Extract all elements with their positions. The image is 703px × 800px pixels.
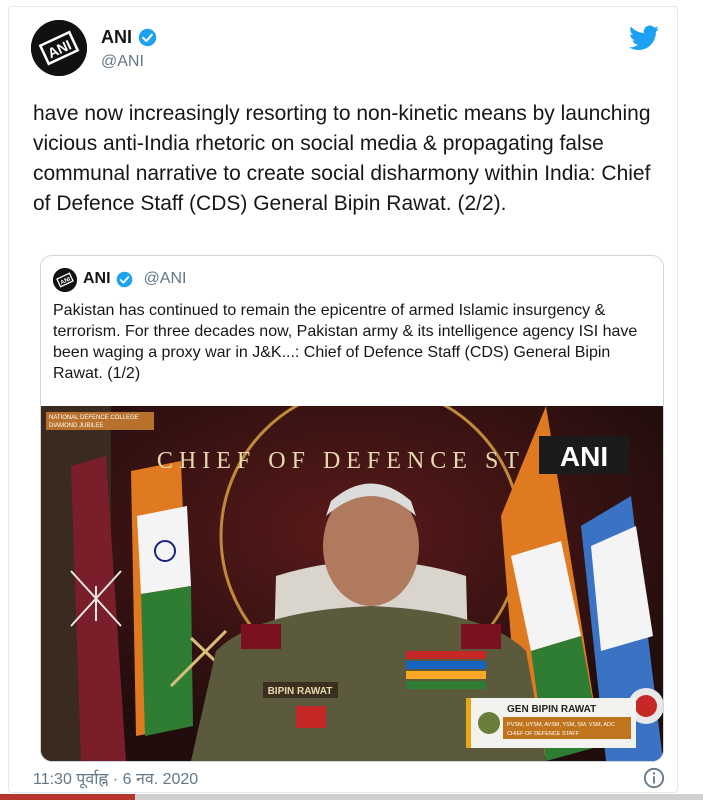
college-label-1: NATIONAL DEFENCE COLLEGE [49,415,139,421]
quoted-author-avatar: ANI [53,268,77,292]
quoted-author-name: ANI [83,270,111,287]
quoted-tweet[interactable]: ANI ANI @ANI Pakistan has continued to r… [40,255,664,762]
uniform-name-tag: BIPIN RAWAT [268,686,333,697]
quoted-author-handle: @ANI [143,270,187,287]
lower-third-line1: PVSM, UYSM, AVSM, YSM, SM, VSM, ADC [507,722,615,728]
ani-logo-icon: ANI [53,268,77,292]
lower-third-line2: CHIEF OF DEFENCE STAFF [507,731,580,737]
author-avatar[interactable]: ANI [31,20,87,76]
tweet-card: ANI ANI @ANI have now increasingly resor… [8,6,678,793]
tweet-timestamp[interactable]: 11:30 पूर्वाह्न · 6 नव. 2020 [33,767,198,789]
author-info: ANI @ANI [101,27,157,71]
author-name[interactable]: ANI [101,27,132,48]
verified-badge-icon [138,28,157,47]
lower-third-name: GEN BIPIN RAWAT [507,704,596,715]
tweet-text: have now increasingly resorting to non-k… [33,102,651,215]
scrollbar-thumb[interactable] [0,794,135,800]
author-handle[interactable]: @ANI [101,53,157,71]
quoted-tweet-video[interactable]: NATIONAL DEFENCE COLLEGE DIAMOND JUBILEE… [41,406,663,761]
ani-logo-icon: ANI [31,20,87,76]
quoted-tweet-text: Pakistan has continued to remain the epi… [53,302,638,382]
horizontal-scrollbar[interactable] [0,794,703,800]
verified-badge-icon [116,271,132,287]
twitter-bird-icon[interactable] [629,25,659,51]
ani-watermark-text: ANI [560,441,608,472]
info-icon[interactable] [643,767,665,789]
quoted-author-info: ANI @ANI [83,270,186,288]
video-frame: NATIONAL DEFENCE COLLEGE DIAMOND JUBILEE… [41,406,663,761]
college-label-2: DIAMOND JUBILEE [49,423,103,429]
